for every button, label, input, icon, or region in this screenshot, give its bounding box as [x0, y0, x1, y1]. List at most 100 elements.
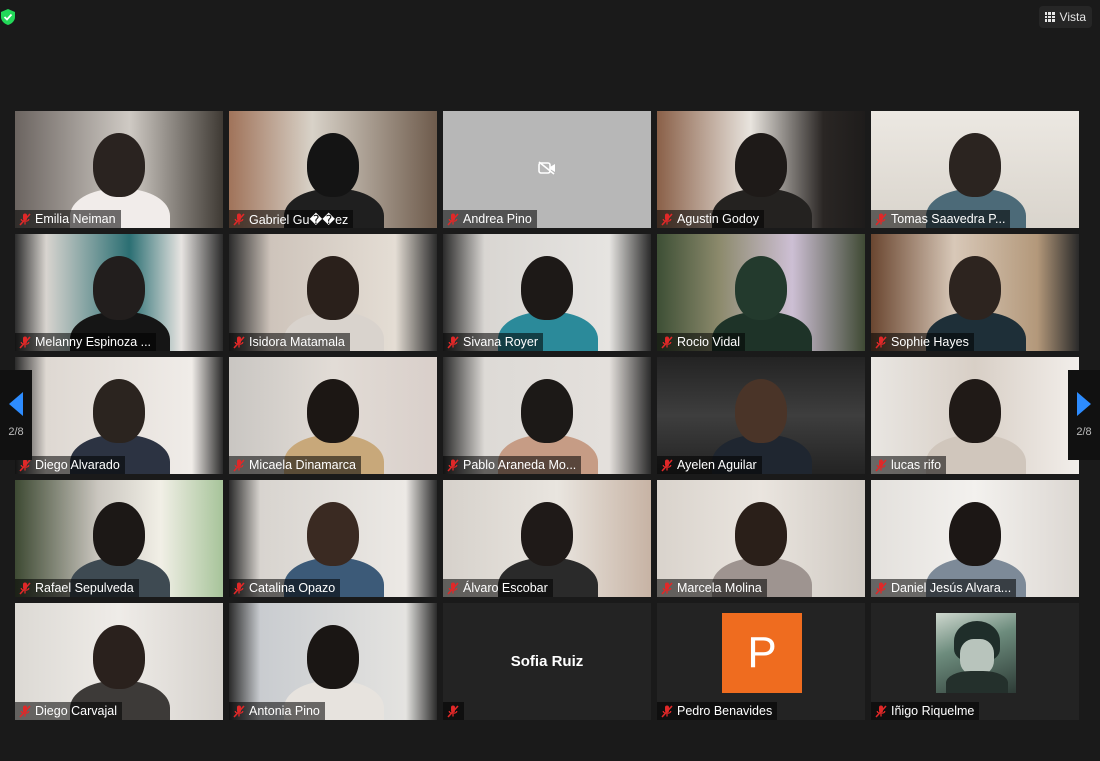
- participant-name: Emilia Neiman: [35, 212, 116, 226]
- participant-tile[interactable]: Diego Alvarado: [15, 357, 223, 474]
- name-tag: Melanny Espinoza ...: [15, 333, 157, 351]
- page-indicator-right: 2/8: [1076, 426, 1092, 438]
- participant-tile[interactable]: lucas rifo: [871, 357, 1079, 474]
- name-tag: Pedro Benavides: [657, 702, 778, 720]
- name-tag: Agustin Godoy: [657, 210, 764, 228]
- participant-name: Ayelen Aguilar: [677, 458, 757, 472]
- name-tag: Gabriel Gu��ez: [229, 210, 354, 228]
- participant-tile[interactable]: Andrea Pino: [443, 111, 651, 228]
- participant-tile[interactable]: Isidora Matamala: [229, 234, 437, 351]
- person-head: [735, 256, 787, 320]
- name-tag: Álvaro Escobar: [443, 579, 553, 597]
- participant-tile[interactable]: Micaela Dinamarca: [229, 357, 437, 474]
- arrow-right-icon: [1077, 392, 1091, 416]
- mic-muted-icon: [875, 212, 887, 226]
- video-disabled-icon: [538, 161, 556, 175]
- participant-tile[interactable]: P Pedro Benavides: [657, 603, 865, 720]
- grid-icon: [1044, 12, 1055, 22]
- participant-name: Antonia Pino: [249, 704, 320, 718]
- participant-tile[interactable]: Tomas Saavedra P...: [871, 111, 1079, 228]
- participant-name: Isidora Matamala: [249, 335, 345, 349]
- mic-muted-icon: [447, 458, 459, 472]
- participant-name: Rafael Sepulveda: [35, 581, 134, 595]
- name-tag: Rafael Sepulveda: [15, 579, 139, 597]
- next-page-button[interactable]: 2/8: [1068, 370, 1100, 460]
- participant-tile[interactable]: Ayelen Aguilar: [657, 357, 865, 474]
- person-head: [949, 133, 1001, 197]
- mic-muted-icon: [661, 458, 673, 472]
- mic-muted-icon: [875, 581, 887, 595]
- name-tag: Antonia Pino: [229, 702, 325, 720]
- participant-name: Diego Alvarado: [35, 458, 120, 472]
- participant-name: Melanny Espinoza ...: [35, 335, 152, 349]
- participant-tile[interactable]: Melanny Espinoza ...: [15, 234, 223, 351]
- name-tag: Sophie Hayes: [871, 333, 974, 351]
- participant-tile[interactable]: Daniel Jesús Alvara...: [871, 480, 1079, 597]
- participant-tile[interactable]: Iñigo Riquelme: [871, 603, 1079, 720]
- person-head: [735, 133, 787, 197]
- name-tag: Catalina Opazo: [229, 579, 341, 597]
- name-tag: Daniel Jesús Alvara...: [871, 579, 1017, 597]
- name-tag: Micaela Dinamarca: [229, 456, 361, 474]
- participant-name: Diego Carvajal: [35, 704, 117, 718]
- person-head: [521, 379, 573, 443]
- participant-tile[interactable]: Emilia Neiman: [15, 111, 223, 228]
- participant-name-display: Sofia Ruiz: [510, 653, 584, 670]
- participant-tile[interactable]: Sivana Royer: [443, 234, 651, 351]
- participant-tile[interactable]: Agustin Godoy: [657, 111, 865, 228]
- mic-muted-icon: [661, 704, 673, 718]
- mic-muted-icon: [19, 704, 31, 718]
- name-tag: Diego Carvajal: [15, 702, 122, 720]
- person-head: [735, 379, 787, 443]
- name-tag: Isidora Matamala: [229, 333, 350, 351]
- avatar: [936, 613, 1016, 693]
- participant-name: Andrea Pino: [463, 212, 532, 226]
- name-tag: Tomas Saavedra P...: [871, 210, 1011, 228]
- mic-muted-icon: [875, 704, 887, 718]
- person-head: [307, 625, 359, 689]
- mic-muted-icon: [875, 458, 887, 472]
- name-tag: Marcela Molina: [657, 579, 767, 597]
- person-head: [93, 379, 145, 443]
- participant-name: Álvaro Escobar: [463, 581, 548, 595]
- name-tag: Sivana Royer: [443, 333, 544, 351]
- person-head: [307, 379, 359, 443]
- person-head: [949, 502, 1001, 566]
- mic-muted-icon: [661, 335, 673, 349]
- participant-name: Micaela Dinamarca: [249, 458, 356, 472]
- participant-name: Iñigo Riquelme: [891, 704, 975, 718]
- participant-tile[interactable]: Rocio Vidal: [657, 234, 865, 351]
- participant-name: lucas rifo: [891, 458, 942, 472]
- participant-tile[interactable]: Rafael Sepulveda: [15, 480, 223, 597]
- mic-muted-icon: [447, 581, 459, 595]
- previous-page-button[interactable]: 2/8: [0, 370, 32, 460]
- mic-muted-icon: [19, 212, 31, 226]
- avatar: P: [722, 613, 802, 693]
- participant-name: Tomas Saavedra P...: [891, 212, 1006, 226]
- person-head: [93, 502, 145, 566]
- participant-tile[interactable]: Sofia Ruiz: [443, 603, 651, 720]
- name-tag: Andrea Pino: [443, 210, 537, 228]
- participant-tile[interactable]: Álvaro Escobar: [443, 480, 651, 597]
- participant-tile[interactable]: Sophie Hayes: [871, 234, 1079, 351]
- person-head: [735, 502, 787, 566]
- participant-tile[interactable]: Antonia Pino: [229, 603, 437, 720]
- security-shield-icon[interactable]: [1, 9, 15, 25]
- mic-muted-icon: [19, 335, 31, 349]
- mic-muted-icon: [19, 581, 31, 595]
- participant-tile[interactable]: Pablo Araneda Mo...: [443, 357, 651, 474]
- participant-name: Rocio Vidal: [677, 335, 741, 349]
- person-head: [949, 379, 1001, 443]
- participant-name: Sophie Hayes: [891, 335, 969, 349]
- participant-tile[interactable]: Catalina Opazo: [229, 480, 437, 597]
- participant-name: Sivana Royer: [463, 335, 539, 349]
- mic-muted-icon: [447, 335, 459, 349]
- person-head: [949, 256, 1001, 320]
- page-indicator-left: 2/8: [8, 426, 24, 438]
- participant-tile[interactable]: Gabriel Gu��ez: [229, 111, 437, 228]
- view-button[interactable]: Vista: [1038, 6, 1092, 28]
- name-tag: [443, 702, 464, 720]
- participant-tile[interactable]: Marcela Molina: [657, 480, 865, 597]
- mic-muted-icon: [447, 212, 459, 226]
- participant-tile[interactable]: Diego Carvajal: [15, 603, 223, 720]
